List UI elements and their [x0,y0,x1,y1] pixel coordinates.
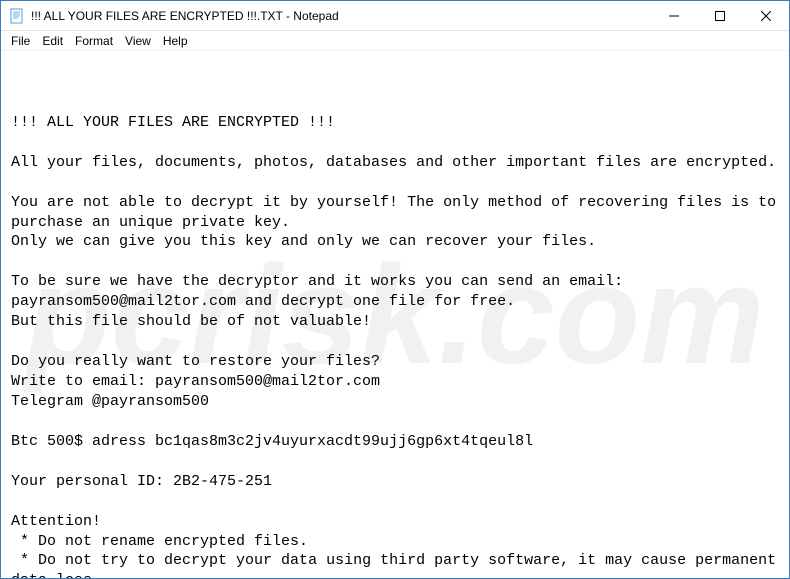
menu-format[interactable]: Format [69,32,119,50]
titlebar: !!! ALL YOUR FILES ARE ENCRYPTED !!!.TXT… [1,1,789,31]
window-controls [651,1,789,30]
menu-view[interactable]: View [119,32,157,50]
notepad-icon [9,8,25,24]
window-title: !!! ALL YOUR FILES ARE ENCRYPTED !!!.TXT… [31,9,651,23]
menu-help[interactable]: Help [157,32,194,50]
text-area[interactable]: pcrisk.com !!! ALL YOUR FILES ARE ENCRYP… [1,51,789,578]
menu-edit[interactable]: Edit [36,32,69,50]
menubar: File Edit Format View Help [1,31,789,51]
maximize-button[interactable] [697,1,743,30]
menu-file[interactable]: File [5,32,36,50]
document-text: !!! ALL YOUR FILES ARE ENCRYPTED !!! All… [11,113,779,578]
minimize-button[interactable] [651,1,697,30]
close-button[interactable] [743,1,789,30]
notepad-window: !!! ALL YOUR FILES ARE ENCRYPTED !!!.TXT… [0,0,790,579]
